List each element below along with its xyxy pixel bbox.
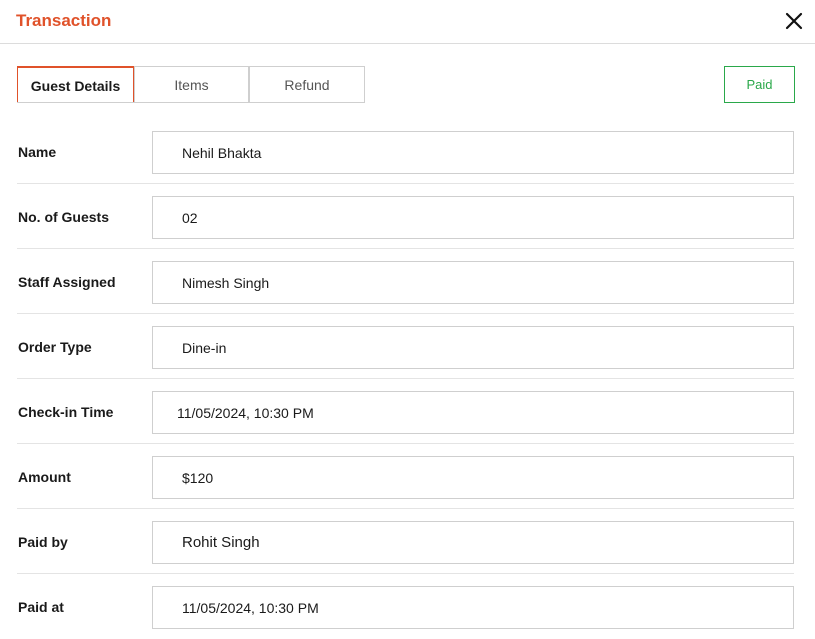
close-button[interactable]	[784, 11, 804, 31]
checkin-field[interactable]: 11/05/2024, 10:30 PM	[152, 391, 794, 434]
close-icon	[785, 12, 803, 30]
guests-label: No. of Guests	[18, 208, 110, 225]
amount-field[interactable]: $120	[152, 456, 794, 499]
form-row-guests: No. of Guests 02	[17, 184, 794, 249]
staff-field[interactable]: Nimesh Singh	[152, 261, 794, 304]
tab-bar: Guest Details Items Refund	[17, 66, 365, 103]
paid-by-label: Paid by	[18, 533, 68, 550]
form-row-amount: Amount $120	[17, 444, 794, 509]
tab-divider	[17, 102, 364, 103]
tab-refund[interactable]: Refund	[249, 66, 365, 103]
paid-status-badge: Paid	[724, 66, 795, 103]
checkin-label: Check-in Time	[18, 403, 114, 420]
form-row-checkin: Check-in Time 11/05/2024, 10:30 PM	[17, 379, 794, 444]
tab-guest-details[interactable]: Guest Details	[17, 66, 134, 103]
guest-details-form: Name Nehil Bhakta No. of Guests 02 Staff…	[17, 119, 794, 639]
form-row-paid-at: Paid at 11/05/2024, 10:30 PM	[17, 574, 794, 639]
staff-label: Staff Assigned	[18, 273, 116, 290]
paid-by-field[interactable]: Rohit Singh	[152, 521, 794, 564]
order-type-label: Order Type	[18, 338, 92, 355]
order-type-field[interactable]: Dine-in	[152, 326, 794, 369]
tab-items[interactable]: Items	[134, 66, 249, 103]
guests-field[interactable]: 02	[152, 196, 794, 239]
amount-label: Amount	[18, 468, 71, 485]
form-row-paid-by: Paid by Rohit Singh	[17, 509, 794, 574]
form-row-name: Name Nehil Bhakta	[17, 119, 794, 184]
dialog-header: Transaction	[0, 0, 815, 44]
form-row-order-type: Order Type Dine-in	[17, 314, 794, 379]
form-row-staff: Staff Assigned Nimesh Singh	[17, 249, 794, 314]
name-field[interactable]: Nehil Bhakta	[152, 131, 794, 174]
name-label: Name	[18, 143, 57, 160]
paid-at-label: Paid at	[18, 598, 64, 615]
dialog-title: Transaction	[16, 11, 112, 30]
